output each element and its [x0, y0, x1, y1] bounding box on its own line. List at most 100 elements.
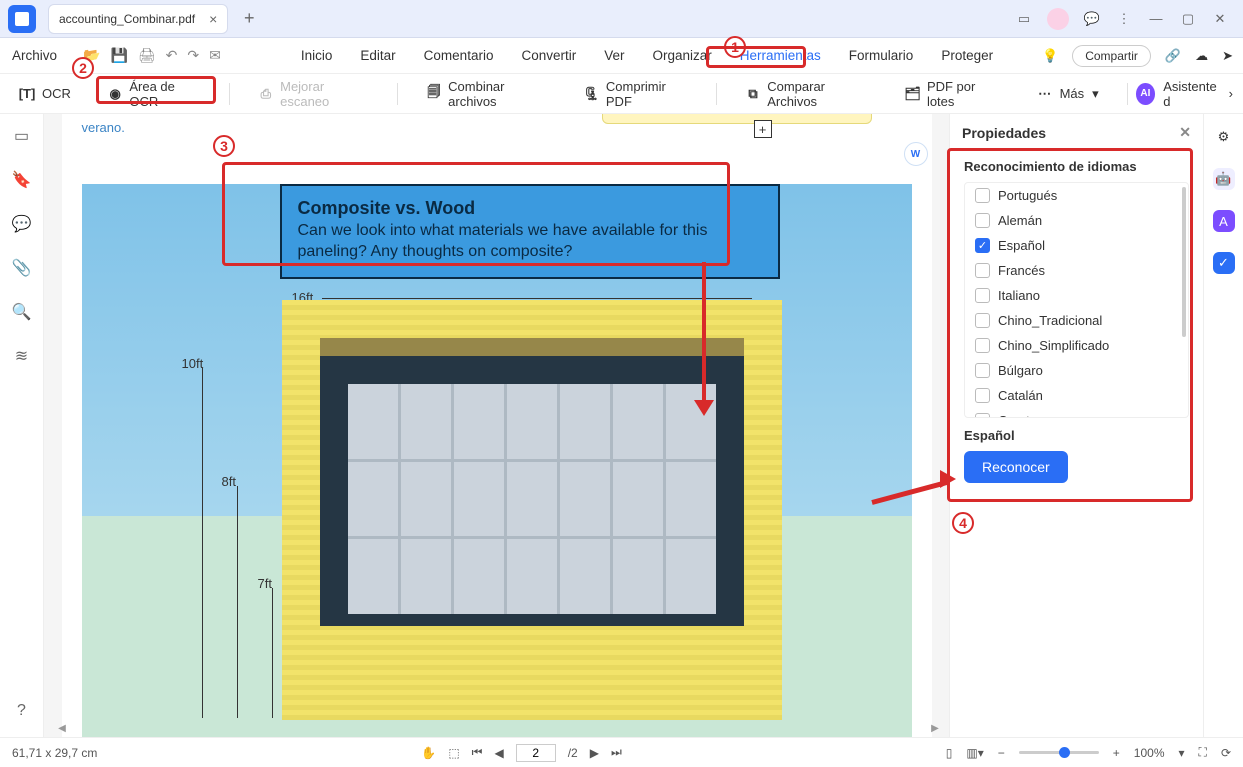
menu-organizar[interactable]: Organizar — [650, 44, 713, 67]
assistant-chevron-icon: › — [1229, 86, 1233, 101]
lang-item-aleman[interactable]: Alemán — [965, 208, 1188, 233]
ai-assistant-label[interactable]: Asistente d — [1163, 79, 1220, 109]
chat-icon[interactable]: 💬 — [1083, 10, 1101, 28]
last-page-icon[interactable]: ⏭ — [611, 745, 622, 760]
save-icon[interactable]: 💾 — [110, 47, 127, 64]
redo-icon[interactable]: ↷ — [187, 47, 199, 64]
lang-item-bulgaro[interactable]: Búlgaro — [965, 358, 1188, 383]
word-export-badge[interactable]: W — [904, 142, 928, 166]
rotate-icon[interactable]: ⟳ — [1221, 746, 1231, 760]
page-dimensions: 61,71 x 29,7 cm — [12, 746, 97, 760]
callout-4-arrow-head — [940, 470, 956, 488]
menu-editar[interactable]: Editar — [358, 44, 397, 67]
thumbnails-icon[interactable]: ▭ — [12, 126, 32, 146]
more-menu-icon[interactable]: ⋮ — [1115, 10, 1133, 28]
share-icon-1[interactable]: 🔗 — [1165, 48, 1181, 64]
app-logo[interactable] — [8, 5, 36, 33]
page-total: /2 — [568, 746, 578, 760]
menu-convertir[interactable]: Convertir — [519, 44, 578, 67]
lang-item-catalan[interactable]: Catalán — [965, 383, 1188, 408]
layers-icon[interactable]: ≋ — [12, 346, 32, 366]
recognize-button[interactable]: Reconocer — [964, 451, 1068, 483]
lang-item-italiano[interactable]: Italiano — [965, 283, 1188, 308]
main-area: ▭ 🔖 💬 📎 🔍 ≋ ? verano. + W Composite vs. … — [0, 114, 1243, 737]
compress-pdf-button[interactable]: 🗜Comprimir PDF — [575, 75, 695, 113]
compare-icon: ⧉ — [745, 85, 761, 103]
ai-side-icon[interactable]: 🤖 — [1213, 168, 1235, 190]
document-tab[interactable]: accounting_Combinar.pdf × — [48, 4, 228, 34]
menu-file[interactable]: Archivo — [10, 44, 59, 67]
fonts-icon[interactable]: A — [1213, 210, 1235, 232]
scroll-right-icon[interactable]: ▶ — [929, 723, 941, 734]
zoom-out-icon[interactable]: − — [998, 746, 1005, 760]
share-button[interactable]: Compartir — [1072, 45, 1151, 67]
layout-icon[interactable]: ▭ — [1015, 10, 1033, 28]
horizontal-scrollbar[interactable]: ◀ ▶ — [56, 723, 941, 733]
ocr-area-button[interactable]: ◉Área de OCR — [99, 75, 209, 113]
menu-proteger[interactable]: Proteger — [939, 44, 995, 67]
view-single-icon[interactable]: ▯ — [946, 746, 953, 760]
page: verano. + W Composite vs. Wood Can we lo… — [62, 114, 932, 737]
combine-files-button[interactable]: 🗐Combinar archivos — [418, 75, 556, 113]
ai-assistant-icon[interactable]: AI — [1136, 83, 1156, 105]
select-tool-icon[interactable]: ⬚ — [448, 746, 459, 760]
zoom-slider-thumb[interactable] — [1059, 747, 1070, 758]
menu-inicio[interactable]: Inicio — [299, 44, 335, 67]
compare-files-button[interactable]: ⧉Comparar Archivos — [737, 75, 877, 113]
page-number-input[interactable] — [516, 744, 556, 762]
properties-close-icon[interactable]: ✕ — [1179, 124, 1191, 141]
attachment-icon[interactable]: 📎 — [12, 258, 32, 278]
new-tab-button[interactable]: + — [236, 8, 262, 29]
maximize-button[interactable]: ▢ — [1179, 10, 1197, 28]
zoom-in-icon[interactable]: + — [1113, 746, 1120, 760]
help-icon[interactable]: ? — [12, 701, 32, 721]
next-page-icon[interactable]: ▶ — [590, 746, 599, 760]
lang-item-espanol[interactable]: ✓Español — [965, 233, 1188, 258]
sticky-note[interactable] — [602, 114, 872, 124]
plus-handle[interactable]: + — [754, 120, 772, 138]
menu-formulario[interactable]: Formulario — [847, 44, 916, 67]
document-canvas[interactable]: verano. + W Composite vs. Wood Can we lo… — [44, 114, 949, 737]
minimize-button[interactable]: ― — [1147, 10, 1165, 28]
ocr-button[interactable]: [T]OCR — [10, 81, 79, 107]
bookmark-icon[interactable]: 🔖 — [12, 170, 32, 190]
zoom-chevron-icon[interactable]: ▾ — [1179, 746, 1185, 760]
close-tab-icon[interactable]: × — [209, 11, 217, 27]
right-sidebar: ⚙ 🤖 A ✓ — [1203, 114, 1243, 737]
zoom-value[interactable]: 100% — [1134, 746, 1165, 760]
lang-item-croata[interactable]: Croata — [965, 408, 1188, 418]
close-window-button[interactable]: ✕ — [1211, 10, 1229, 28]
scroll-left-icon[interactable]: ◀ — [56, 723, 68, 734]
lang-item-portugues[interactable]: Portugués — [965, 183, 1188, 208]
menu-herramientas[interactable]: Herramientas — [738, 44, 823, 67]
batch-pdf-button[interactable]: 🗂PDF por lotes — [896, 75, 1007, 113]
first-page-icon[interactable]: ⏮ — [472, 745, 483, 760]
prev-page-icon[interactable]: ◀ — [494, 746, 503, 760]
comment-icon[interactable]: 💬 — [12, 214, 32, 234]
view-continuous-icon[interactable]: ▥▾ — [966, 746, 983, 760]
combine-icon: 🗐 — [426, 85, 442, 103]
titlebar: accounting_Combinar.pdf × + ▭ 💬 ⋮ ― ▢ ✕ — [0, 0, 1243, 38]
language-list[interactable]: Portugués Alemán ✓Español Francés Italia… — [964, 182, 1189, 418]
lang-item-chino-simp[interactable]: Chino_Simplificado — [965, 333, 1188, 358]
print-icon[interactable]: 🖨 — [138, 47, 156, 64]
search-icon[interactable]: 🔍 — [12, 302, 32, 322]
mail-icon[interactable]: ✉ — [209, 47, 221, 64]
fit-page-icon[interactable]: ⛶ — [1199, 745, 1207, 760]
check-icon[interactable]: ✓ — [1213, 252, 1235, 274]
menu-comentario[interactable]: Comentario — [422, 44, 496, 67]
send-icon[interactable]: ➤ — [1222, 48, 1233, 64]
more-button[interactable]: ⋯Más▾ — [1028, 81, 1107, 107]
settings-sliders-icon[interactable]: ⚙ — [1213, 126, 1235, 148]
zoom-slider[interactable] — [1019, 751, 1099, 754]
avatar[interactable] — [1047, 8, 1069, 30]
menu-ver[interactable]: Ver — [602, 44, 626, 67]
bulb-icon[interactable]: 💡 — [1042, 48, 1058, 64]
lang-item-frances[interactable]: Francés — [965, 258, 1188, 283]
cloud-icon[interactable]: ☁ — [1195, 48, 1208, 64]
hand-tool-icon[interactable]: ✋ — [421, 746, 436, 760]
lang-item-chino-trad[interactable]: Chino_Tradicional — [965, 308, 1188, 333]
enhance-scan-button[interactable]: ⎙Mejorar escaneo — [250, 75, 377, 113]
undo-icon[interactable]: ↶ — [166, 47, 178, 64]
lang-scrollbar-thumb[interactable] — [1182, 187, 1186, 337]
